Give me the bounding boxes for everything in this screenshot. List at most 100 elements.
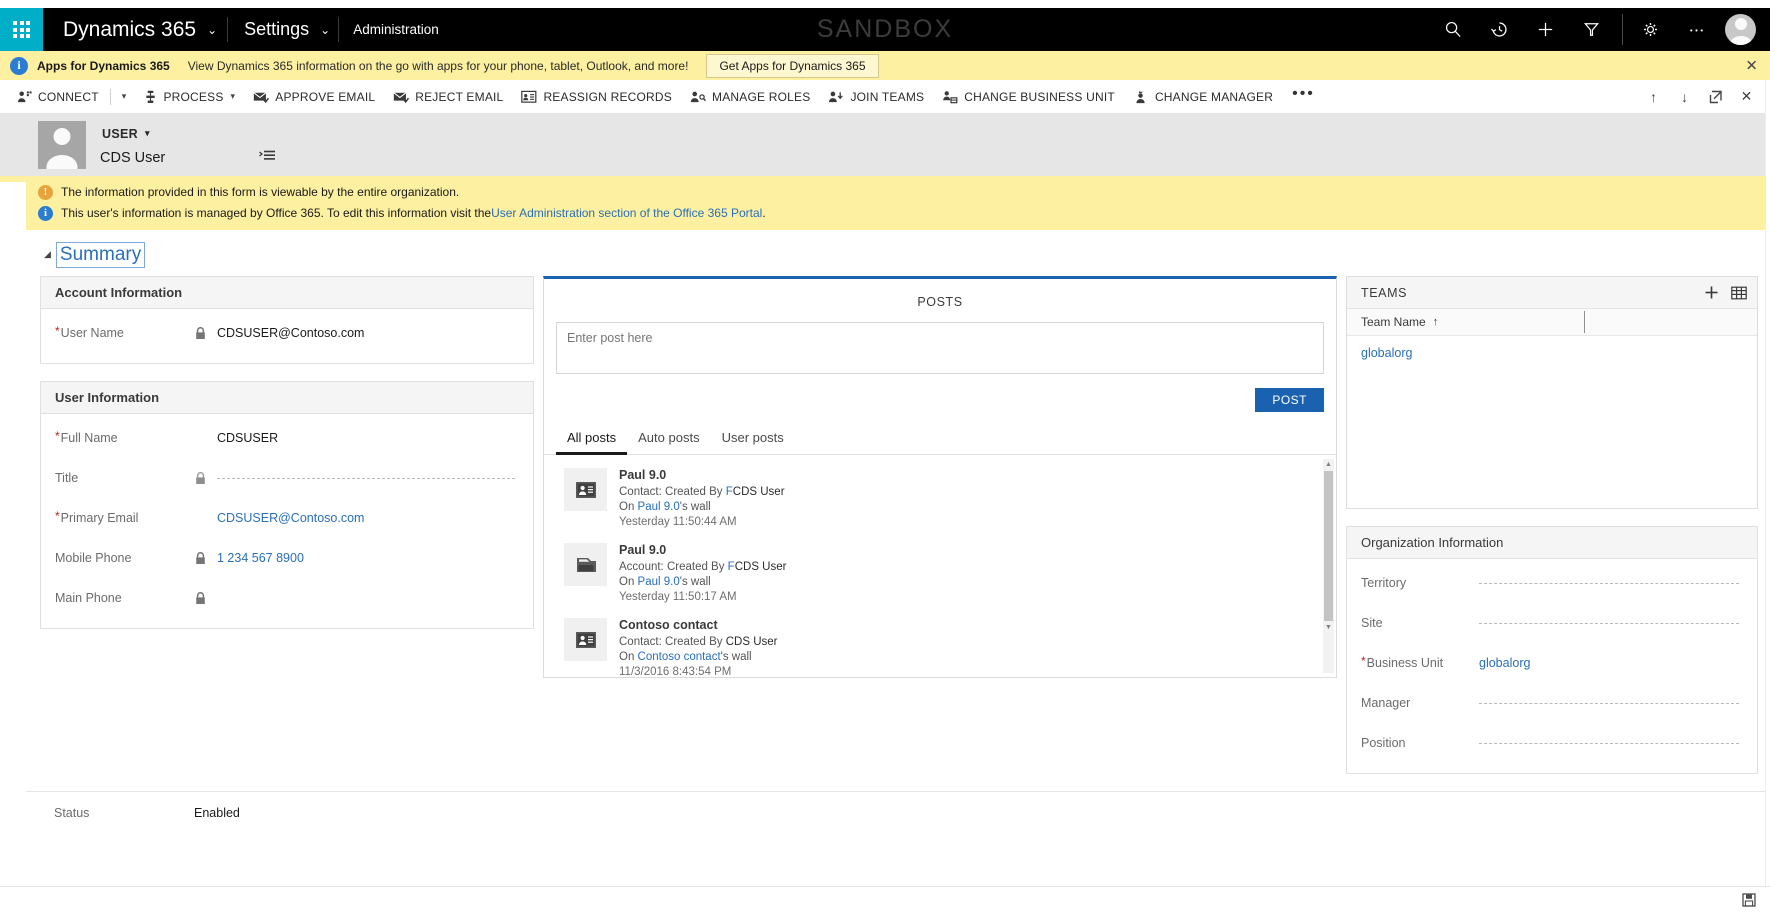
tab-summary[interactable]: Summary: [56, 242, 145, 268]
scroll-up-icon[interactable]: ▲: [1323, 459, 1334, 470]
section-account-information-body: * User Name CDSUSER@Contoso.com: [41, 309, 533, 363]
scrollbar[interactable]: ▲ ▼: [1323, 459, 1334, 673]
command-connect[interactable]: CONNECT: [8, 80, 108, 113]
list-item-body: Paul 9.0 Contact: Created By FCDS User O…: [619, 468, 785, 530]
close-record-icon[interactable]: ✕: [1731, 88, 1762, 105]
command-reject-email[interactable]: REJECT EMAIL: [384, 80, 512, 113]
field-mobile-phone-value[interactable]: 1 234 567 8900: [217, 551, 519, 565]
post-created-line: Contact: Created By FCDS User: [619, 485, 785, 500]
field-user-name-label: * User Name: [55, 326, 195, 340]
command-join-teams[interactable]: JOIN TEAMS: [819, 80, 933, 113]
list-item[interactable]: Paul 9.0 Contact: Created By FCDS User O…: [544, 461, 1336, 536]
post-wall-prefix: On: [619, 576, 638, 588]
field-position: Position: [1347, 723, 1757, 763]
field-title: Title: [41, 458, 533, 498]
field-title-value[interactable]: [217, 478, 515, 479]
post-wall-prefix: On: [619, 651, 638, 663]
join-teams-icon: [828, 90, 844, 104]
post-created-prefix: Contact: Created By: [619, 636, 726, 648]
post-wall-link[interactable]: Paul 9.0: [638, 501, 680, 513]
office365-portal-link[interactable]: User Administration section of the Offic…: [491, 204, 762, 222]
scroll-down-icon[interactable]: ▼: [1323, 622, 1334, 633]
scrollbar-thumb[interactable]: [1324, 471, 1333, 621]
command-process[interactable]: PROCESS ▾: [135, 80, 244, 113]
previous-record-icon[interactable]: ↑: [1638, 89, 1669, 105]
tab-all-posts[interactable]: All posts: [556, 424, 627, 455]
field-business-unit-value[interactable]: globalorg: [1479, 656, 1743, 670]
nav-app-label: Settings: [244, 19, 309, 40]
page-title: CDS User: [100, 150, 165, 166]
field-manager-label: Manager: [1361, 696, 1479, 710]
command-overflow-button[interactable]: •••: [1282, 80, 1325, 113]
post-submit-button[interactable]: POST: [1255, 388, 1324, 412]
field-territory-value[interactable]: [1479, 583, 1739, 584]
post-wall-link[interactable]: Paul 9.0: [638, 576, 680, 588]
command-change-business-unit[interactable]: CHANGE BUSINESS UNIT: [933, 80, 1124, 113]
manage-roles-icon: [690, 90, 706, 104]
post-created-by-link[interactable]: F: [728, 561, 735, 573]
reject-email-icon: [393, 90, 409, 104]
list-item[interactable]: Paul 9.0 Account: Created By FCDS User O…: [544, 536, 1336, 611]
field-user-name-value[interactable]: CDSUSER@Contoso.com: [217, 326, 519, 340]
tab-auto-posts[interactable]: Auto posts: [627, 424, 710, 455]
advanced-find-icon[interactable]: [1568, 8, 1614, 51]
form-column-middle: POSTS POST All posts Auto posts User pos…: [543, 276, 1337, 678]
record-set-flyout-icon[interactable]: [258, 148, 278, 166]
section-user-information-title: User Information: [41, 382, 533, 414]
avatar[interactable]: [1725, 14, 1756, 45]
field-position-value[interactable]: [1479, 743, 1739, 744]
list-item[interactable]: Contoso contact Contact: Created By CDS …: [544, 611, 1336, 677]
form-tab-summary-header: ◢ Summary: [0, 242, 1770, 268]
close-icon[interactable]: ✕: [1745, 58, 1758, 73]
posts-pane: POSTS POST All posts Auto posts User pos…: [543, 276, 1337, 678]
command-approve-email-label: APPROVE EMAIL: [275, 90, 375, 104]
post-created-by-link[interactable]: F: [726, 486, 733, 498]
nav-brand-dynamics365[interactable]: Dynamics 365 ⌄: [43, 8, 227, 51]
search-icon[interactable]: [1430, 8, 1476, 51]
command-approve-email[interactable]: APPROVE EMAIL: [244, 80, 384, 113]
section-organization-information-title: Organization Information: [1347, 527, 1757, 559]
settings-gear-icon[interactable]: [1627, 8, 1673, 51]
record-entity-type-selector[interactable]: USER ▾: [100, 125, 278, 143]
post-input[interactable]: [556, 322, 1324, 374]
command-manage-roles[interactable]: MANAGE ROLES: [681, 80, 819, 113]
get-apps-button[interactable]: Get Apps for Dynamics 365: [706, 54, 878, 78]
chevron-collapse-icon[interactable]: ◢: [44, 249, 51, 260]
command-change-manager[interactable]: CHANGE MANAGER: [1124, 80, 1282, 113]
command-change-manager-label: CHANGE MANAGER: [1155, 90, 1273, 104]
field-manager-value[interactable]: [1479, 703, 1739, 704]
field-full-name-value[interactable]: CDSUSER: [217, 431, 519, 445]
teams-column-header-team-name: Team Name: [1361, 315, 1426, 329]
post-wall-link[interactable]: Contoso contact: [638, 651, 721, 663]
form-column-right: TEAMS Team Name ↑ globalorg: [1346, 276, 1758, 791]
recent-history-icon[interactable]: [1476, 8, 1522, 51]
nav-app-settings[interactable]: Settings ⌄: [228, 8, 338, 51]
post-filter-tabs: All posts Auto posts User posts: [544, 424, 1336, 455]
lock-icon: [195, 327, 217, 340]
required-asterisk: *: [55, 431, 60, 442]
command-connect-caret[interactable]: ▾: [113, 80, 136, 113]
command-reassign-records[interactable]: REASSIGN RECORDS: [512, 80, 681, 113]
save-icon[interactable]: [1742, 893, 1756, 907]
nav-area-administration[interactable]: Administration: [339, 8, 455, 51]
form-column-left: Account Information * User Name CDSUSER@…: [40, 276, 534, 646]
form-right-edge: [1765, 80, 1770, 886]
field-status-value[interactable]: Enabled: [194, 806, 240, 820]
command-connect-divider: [110, 89, 111, 105]
waffle-menu-button[interactable]: [0, 8, 43, 51]
more-ellipsis-icon[interactable]: [1673, 8, 1719, 51]
quick-create-icon[interactable]: [1522, 8, 1568, 51]
next-record-icon[interactable]: ↓: [1669, 89, 1700, 105]
field-main-phone: Main Phone: [41, 578, 533, 618]
teams-subgrid-column-header[interactable]: Team Name ↑: [1347, 309, 1757, 336]
field-primary-email-value[interactable]: CDSUSER@Contoso.com: [217, 511, 519, 525]
table-row[interactable]: globalorg: [1347, 336, 1757, 370]
open-grid-icon[interactable]: [1731, 286, 1747, 300]
field-site-value[interactable]: [1479, 623, 1739, 624]
field-manager-label-text: Manager: [1361, 696, 1410, 710]
avatar-head: [1735, 18, 1747, 30]
tab-user-posts[interactable]: User posts: [711, 424, 795, 455]
add-team-button[interactable]: [1704, 285, 1719, 300]
popout-icon[interactable]: [1700, 90, 1731, 104]
column-resize-handle[interactable]: [1584, 311, 1585, 333]
